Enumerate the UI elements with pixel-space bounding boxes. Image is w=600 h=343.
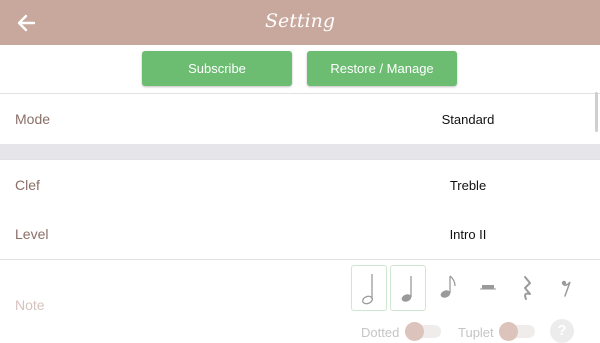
help-button[interactable]: ? [550,319,574,343]
quarter-note-icon [401,276,412,302]
tuplet-toggle[interactable] [499,322,535,341]
clef-value: Treble [449,178,487,193]
dotted-toggle-knob [405,322,424,341]
half-note-icon [362,274,373,305]
tuplet-toggle-knob [499,322,518,341]
header-bar: Setting [0,0,600,45]
level-row[interactable]: Level Intro II [0,210,600,260]
level-value: Intro II [449,227,487,242]
half-rest-icon [480,285,496,290]
quarter-rest-icon [524,276,531,300]
mode-label: Mode [15,111,51,127]
half-rest-option[interactable] [470,265,504,309]
clef-label: Clef [15,177,40,193]
eighth-rest-icon [561,280,571,297]
section-divider [0,144,600,159]
note-label: Note [15,297,45,313]
mode-row[interactable]: Mode Standard [0,93,600,145]
clef-row[interactable]: Clef Treble [0,159,600,211]
dotted-toggle[interactable] [405,322,441,341]
quarter-note-option[interactable] [390,265,426,311]
mode-value: Standard [441,112,495,127]
eighth-note-icon [440,275,456,298]
eighth-rest-option[interactable] [550,265,584,309]
half-note-option[interactable] [351,265,387,311]
level-label: Level [15,226,49,242]
scrollbar[interactable] [595,92,598,132]
restore-manage-button[interactable]: Restore / Manage [307,51,457,86]
subscribe-button[interactable]: Subscribe [142,51,292,86]
quarter-rest-option[interactable] [510,265,544,309]
page-title: Setting [264,10,335,32]
eighth-note-option[interactable] [430,265,464,309]
